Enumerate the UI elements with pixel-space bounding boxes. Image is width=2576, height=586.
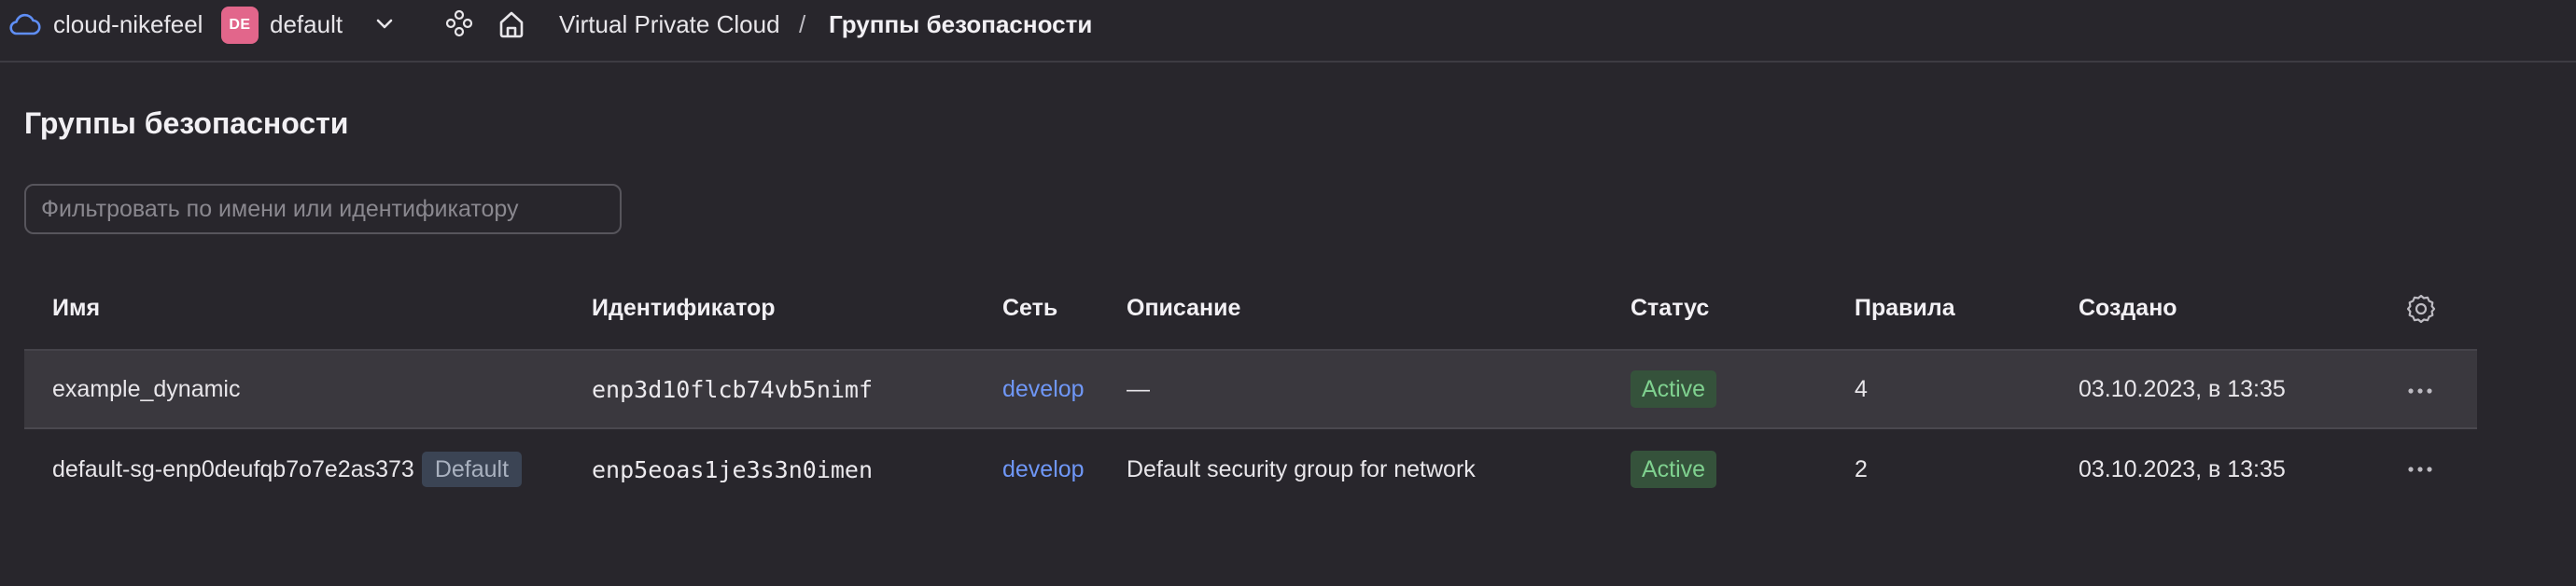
folder-selector[interactable]: default: [270, 9, 343, 39]
more-actions-icon[interactable]: [2406, 382, 2434, 400]
column-header-name[interactable]: Имя: [52, 293, 100, 323]
column-header-description[interactable]: Описание: [1127, 293, 1240, 323]
top-bar: cloud-nikefeel DE default Virtual Privat…: [0, 0, 2576, 63]
column-header-status[interactable]: Статус: [1631, 293, 1709, 323]
row-network-link[interactable]: develop: [1002, 351, 1085, 427]
row-status: Active: [1631, 351, 1717, 427]
status-badge: Active: [1631, 370, 1717, 408]
gear-icon[interactable]: [2406, 294, 2436, 324]
chevron-down-icon[interactable]: [371, 13, 398, 35]
column-header-network[interactable]: Сеть: [1002, 293, 1057, 323]
row-status: Active: [1631, 429, 1717, 509]
status-badge: Active: [1631, 451, 1717, 488]
breadcrumb-separator: /: [799, 10, 806, 38]
table-row[interactable]: example_dynamic enp3d10flcb74vb5nimf dev…: [24, 349, 2477, 429]
row-rules: 4: [1855, 375, 1868, 402]
filter-input[interactable]: [24, 184, 622, 234]
cloud-selector[interactable]: cloud-nikefeel: [53, 9, 203, 39]
page-title: Группы безопасности: [24, 106, 349, 140]
row-rules: 2: [1855, 455, 1868, 482]
breadcrumb-current: Группы безопасности: [829, 10, 1093, 38]
row-name[interactable]: default-sg-enp0deufqb7o7e2as373: [52, 456, 414, 483]
row-created: 03.10.2023, в 13:35: [2079, 375, 2286, 402]
table-row[interactable]: default-sg-enp0deufqb7o7e2as373 Default …: [24, 429, 2477, 509]
column-header-rules[interactable]: Правила: [1855, 293, 1955, 323]
cloud-icon[interactable]: [7, 11, 41, 37]
row-id: enp5eoas1je3s3n0imen: [592, 455, 874, 483]
folder-avatar[interactable]: DE: [221, 7, 259, 44]
column-header-id[interactable]: Идентификатор: [592, 293, 776, 323]
services-icon[interactable]: [444, 8, 474, 38]
row-description: Default security group for network: [1127, 455, 1476, 482]
row-name-cell: default-sg-enp0deufqb7o7e2as373 Default: [52, 429, 523, 509]
home-icon[interactable]: [496, 8, 527, 40]
default-tag: Default: [421, 452, 523, 487]
breadcrumb-service-link[interactable]: Virtual Private Cloud: [559, 9, 780, 39]
row-created: 03.10.2023, в 13:35: [2079, 455, 2286, 482]
row-id: enp3d10flcb74vb5nimf: [592, 375, 874, 403]
row-name[interactable]: example_dynamic: [52, 351, 241, 427]
column-header-created[interactable]: Создано: [2079, 293, 2177, 323]
row-description: —: [1127, 375, 1150, 402]
more-actions-icon[interactable]: [2406, 460, 2434, 479]
row-network-link[interactable]: develop: [1002, 429, 1085, 509]
